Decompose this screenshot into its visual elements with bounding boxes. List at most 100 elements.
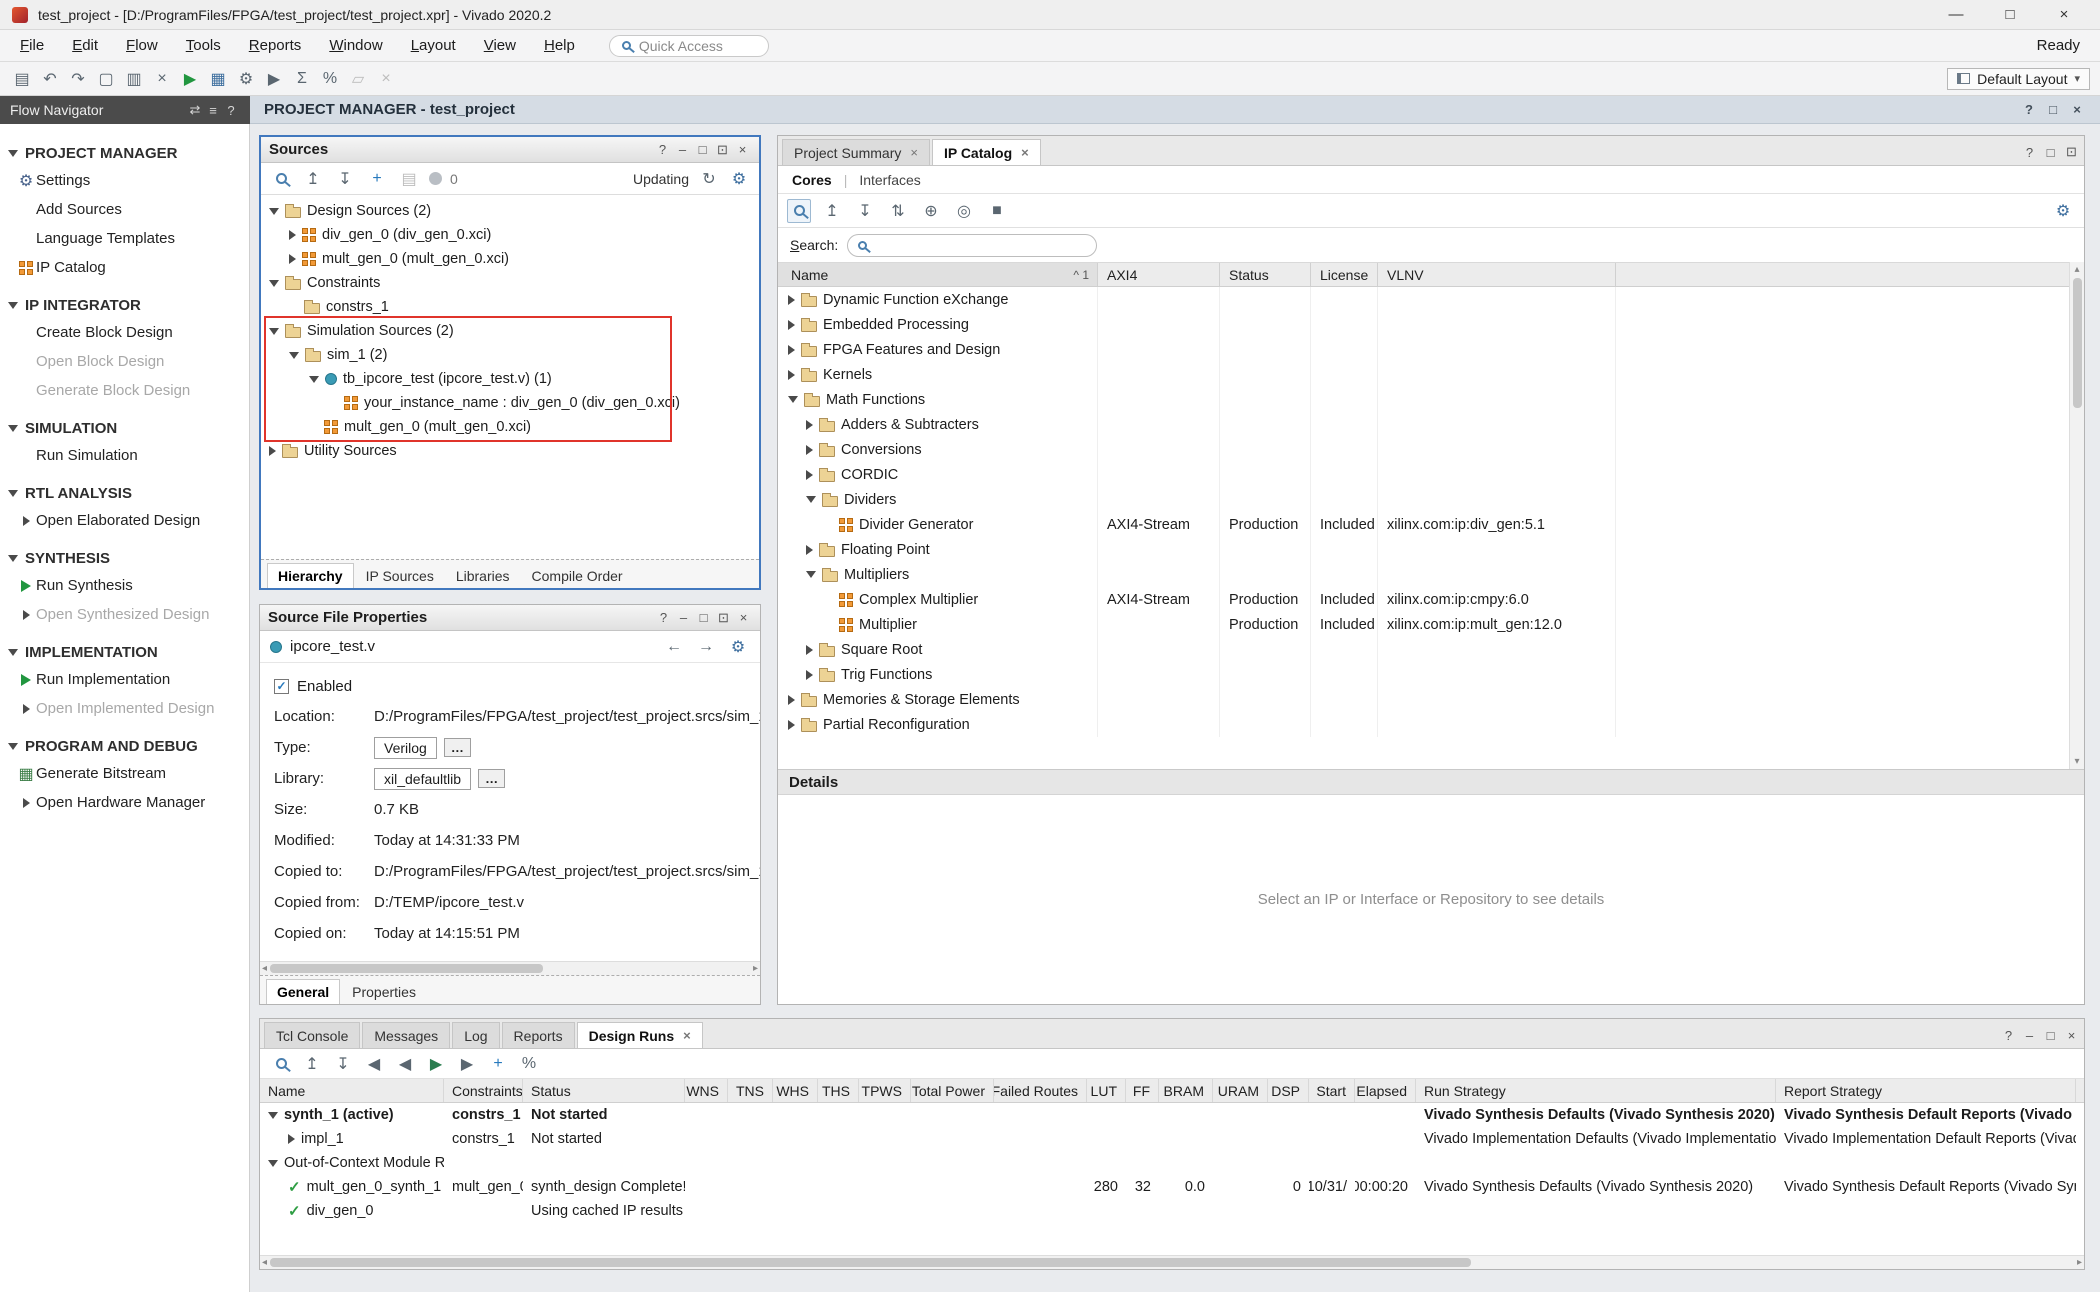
chevron-down-icon[interactable] [788,396,798,403]
tree-item-constraints[interactable]: Constraints [261,271,759,295]
flow-item-open-hardware-manager[interactable]: Open Hardware Manager [0,788,249,817]
chevron-right-icon[interactable] [806,470,813,480]
chevron-down-icon[interactable] [289,352,299,359]
scroll-left-icon[interactable]: ◂ [262,963,267,974]
scroll-down-icon[interactable]: ▾ [2074,756,2079,767]
chevron-down-icon[interactable] [8,302,18,309]
add-sources-icon[interactable]: + [365,167,389,191]
target-icon[interactable]: ◎ [952,199,976,223]
catalog-row-dynamic-function-exchange[interactable]: Dynamic Function eXchange [778,287,2084,312]
tab-design-runs[interactable]: Design Runs× [577,1022,703,1048]
back-icon[interactable]: ← [662,635,686,659]
scroll-thumb[interactable] [2073,278,2082,408]
column-header-status[interactable]: Status [523,1079,685,1102]
catalog-row-complex-multiplier[interactable]: Complex MultiplierAXI4-StreamProductionI… [778,587,2084,612]
percent-icon[interactable]: % [318,67,342,91]
dock-icon[interactable]: ⇄ [186,98,204,122]
float-icon[interactable]: □ [695,609,712,626]
sources-panel-header[interactable]: Sources ?–□⊡× [261,137,759,163]
menu-reports[interactable]: Reports [249,37,302,54]
column-header-elapsed[interactable]: Elapsed [1355,1079,1416,1102]
chevron-right-icon[interactable] [788,720,795,730]
flow-section-header-implementation[interactable]: IMPLEMENTATION [0,640,249,665]
run-steps-icon[interactable]: ▶ [262,67,286,91]
catalog-row-floating-point[interactable]: Floating Point [778,537,2084,562]
catalog-row-divider-generator[interactable]: Divider GeneratorAXI4-StreamProductionIn… [778,512,2084,537]
catalog-row-conversions[interactable]: Conversions [778,437,2084,462]
add-run-icon[interactable]: + [486,1052,510,1076]
close-icon[interactable]: × [910,145,918,160]
catalog-row-multiplier[interactable]: MultiplierProductionIncludedxilinx.com:i… [778,612,2084,637]
undo-icon[interactable]: ↶ [38,67,62,91]
float-icon[interactable]: □ [2042,144,2059,161]
column-header-whs[interactable]: WHS [773,1079,818,1102]
collapse-all-icon[interactable]: ↥ [820,199,844,223]
chevron-down-icon[interactable] [8,425,18,432]
flow-item-settings[interactable]: ⚙Settings [0,166,249,195]
run-row-impl-1[interactable]: impl_1constrs_1Not startedVivado Impleme… [260,1127,2084,1151]
flow-item-run-synthesis[interactable]: Run Synthesis [0,571,249,600]
chevron-right-icon[interactable] [806,645,813,655]
layout-selector[interactable]: Default Layout ▾ [1947,68,2090,90]
tab-libraries[interactable]: Libraries [446,563,520,588]
catalog-row-adders-subtracters[interactable]: Adders & Subtracters [778,412,2084,437]
flow-section-header-rtl-analysis[interactable]: RTL ANALYSIS [0,481,249,506]
expand-all-icon[interactable]: ↧ [331,1052,355,1076]
collapse-all-icon[interactable]: ↥ [300,1052,324,1076]
tree-item-tb-ipcore-test[interactable]: tb_ipcore_test (ipcore_test.v) (1) [261,367,759,391]
catalog-row-cordic[interactable]: CORDIC [778,462,2084,487]
menu-tools[interactable]: Tools [186,37,221,54]
chevron-right-icon[interactable] [289,254,296,264]
sum-icon[interactable]: Σ [290,67,314,91]
chevron-down-icon[interactable] [268,1160,278,1167]
catalog-row-square-root[interactable]: Square Root [778,637,2084,662]
tree-item-design-sources[interactable]: Design Sources (2) [261,199,759,223]
paste-icon[interactable]: ▥ [122,67,146,91]
help-icon[interactable]: ? [2020,98,2038,122]
chevron-right-icon[interactable] [788,320,795,330]
chevron-down-icon[interactable] [268,1112,278,1119]
catalog-search-input[interactable] [847,234,1097,257]
details-header[interactable]: Details [778,769,2084,795]
settings-icon[interactable]: ⚙ [727,167,751,191]
browse-button[interactable]: … [444,738,471,757]
tree-item-mult-gen-0[interactable]: mult_gen_0 (mult_gen_0.xci) [261,415,759,439]
catalog-row-memories-storage-elements[interactable]: Memories & Storage Elements [778,687,2084,712]
close-icon[interactable]: × [683,1028,691,1043]
search-icon[interactable] [269,1052,293,1076]
menu-icon[interactable]: ≡ [204,98,222,122]
flow-item-open-elaborated-design[interactable]: Open Elaborated Design [0,506,249,535]
expand-all-icon[interactable]: ↧ [853,199,877,223]
flow-section-header-ip-integrator[interactable]: IP INTEGRATOR [0,293,249,318]
chevron-down-icon[interactable] [806,571,816,578]
maximize-icon[interactable]: ⊡ [715,609,732,626]
copy-icon[interactable]: ▢ [94,67,118,91]
chevron-right-icon[interactable] [289,230,296,240]
tab-tcl-console[interactable]: Tcl Console [264,1022,360,1048]
chevron-right-icon[interactable] [23,610,30,620]
run-play-icon[interactable]: ▶ [424,1052,448,1076]
column-header-total-power[interactable]: Total Power [911,1079,994,1102]
search-icon[interactable] [269,167,293,191]
chevron-right-icon[interactable] [806,445,813,455]
column-header-constraints[interactable]: Constraints [444,1079,523,1102]
run-icon[interactable]: ▶ [178,67,202,91]
expand-all-icon[interactable]: ↧ [333,167,357,191]
column-header-status[interactable]: Status [1220,263,1311,286]
close-icon[interactable]: × [1021,145,1029,160]
chevron-right-icon[interactable] [23,704,30,714]
runs-hscrollbar[interactable]: ◂ ▸ [260,1255,2084,1269]
column-header-tns[interactable]: TNS [728,1079,773,1102]
run-first-icon[interactable]: ◀ [362,1052,386,1076]
tree-item-utility-sources[interactable]: Utility Sources [261,439,759,463]
search-icon[interactable] [787,199,811,223]
chevron-down-icon[interactable] [8,743,18,750]
help-icon[interactable]: ? [222,98,240,122]
flow-section-header-simulation[interactable]: SIMULATION [0,416,249,441]
tab-reports[interactable]: Reports [502,1022,575,1048]
chevron-right-icon[interactable] [23,516,30,526]
catalog-row-dividers[interactable]: Dividers [778,487,2084,512]
help-icon[interactable]: ? [2021,144,2038,161]
menu-view[interactable]: View [484,37,516,54]
flow-section-header-project-manager[interactable]: PROJECT MANAGER [0,141,249,166]
